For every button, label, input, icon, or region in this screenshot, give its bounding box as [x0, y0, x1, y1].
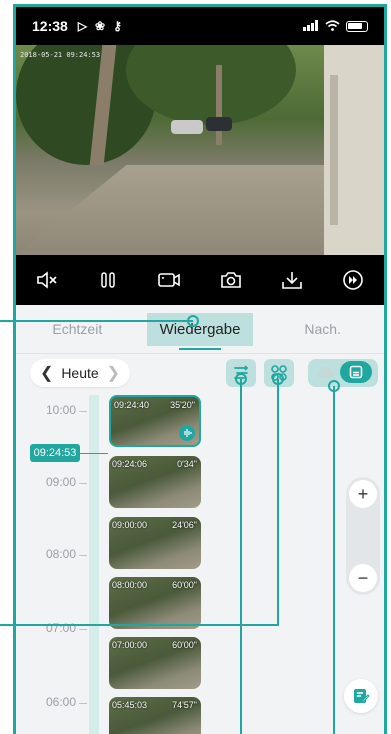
hour-tick: [79, 483, 87, 484]
clip-duration: 74'57": [172, 700, 197, 710]
video-scene-trunk: [216, 65, 222, 145]
clip-duration: 24'06": [172, 520, 197, 530]
status-time: 12:38: [32, 18, 68, 34]
zoom-out-button[interactable]: −: [349, 564, 377, 592]
sd-card-icon: [349, 365, 363, 379]
audio-wave-icon: [179, 425, 195, 441]
date-label: Heute: [61, 365, 99, 381]
current-time-marker[interactable]: 09:24:53: [30, 444, 80, 462]
note-icon: [354, 689, 370, 703]
speed-button[interactable]: [337, 264, 369, 296]
recording-clip[interactable]: 09:24:06 0'34": [109, 456, 201, 508]
clip-duration: 0'34": [177, 459, 197, 469]
snapshot-icon: [220, 272, 241, 288]
snapshot-button[interactable]: [215, 264, 247, 296]
annotation-marker: [187, 315, 199, 327]
app-notification-icon: ❀: [95, 19, 106, 33]
prev-day-button[interactable]: ❮: [40, 363, 53, 383]
record-button[interactable]: [153, 264, 185, 296]
clip-duration: 60'00": [172, 640, 197, 650]
recording-clip[interactable]: 09:24:40 35'20": [109, 395, 201, 447]
recording-clip[interactable]: 09:00:00 24'06": [109, 517, 201, 569]
recording-clip[interactable]: 08:00:00 60'00": [109, 577, 201, 629]
clip-start-time: 05:45:03: [112, 700, 148, 710]
current-time-line: [80, 453, 108, 454]
hour-tick: [79, 629, 87, 630]
video-timestamp: 2018-05-21 09:24:53: [20, 51, 101, 59]
video-scene-car: [171, 120, 203, 134]
cloud-icon[interactable]: [316, 365, 334, 379]
hour-label: 08:00: [46, 547, 77, 561]
zoom-in-button[interactable]: +: [349, 480, 377, 508]
zoom-control: + −: [346, 477, 380, 595]
annotation-line: [333, 386, 335, 734]
battery-icon: [346, 20, 368, 32]
sd-card-button[interactable]: [340, 361, 372, 383]
video-controls: [16, 255, 384, 305]
wifi-icon: [325, 18, 340, 34]
hour-tick: [79, 411, 87, 412]
tab-nach[interactable]: Nach.: [261, 321, 384, 337]
clip-duration: 60'00": [172, 580, 197, 590]
date-selector: ❮ Heute ❯: [30, 359, 130, 387]
annotation-marker: [328, 380, 340, 392]
timeline-axis[interactable]: [89, 395, 99, 734]
hour-tick: [79, 555, 87, 556]
status-icons: ▷ ❀ ⚷: [78, 19, 122, 33]
hour-label: 09:00: [46, 475, 77, 489]
tab-underline: [178, 347, 222, 350]
annotation-line: [0, 320, 193, 322]
next-day-button[interactable]: ❯: [107, 363, 120, 383]
hour-label: 10:00: [46, 403, 77, 417]
clip-start-time: 09:24:06: [112, 459, 148, 469]
pause-button[interactable]: [92, 264, 124, 296]
tab-wiedergabe[interactable]: Wiedergabe: [139, 312, 262, 350]
clip-start-time: 08:00:00: [112, 580, 148, 590]
annotation-line: [240, 379, 242, 734]
speed-icon: [343, 270, 364, 290]
mute-icon: [36, 271, 57, 289]
note-button[interactable]: [344, 679, 378, 713]
status-right: [303, 18, 368, 34]
tab-bar: Echtzeit Wiedergabe Nach.: [16, 305, 384, 353]
tab-echtzeit[interactable]: Echtzeit: [16, 321, 139, 337]
status-bar: 12:38 ▷ ❀ ⚷: [16, 7, 384, 45]
signal-icon: [303, 18, 319, 34]
annotation-marker: [272, 373, 284, 385]
tab-divider: [16, 353, 384, 354]
record-icon: [158, 273, 181, 287]
annotation-marker: [235, 373, 247, 385]
clip-start-time: 09:00:00: [112, 520, 148, 530]
video-player[interactable]: 2018-05-21 09:24:53: [16, 45, 384, 255]
recording-clip[interactable]: 07:00:00 60'00": [109, 637, 201, 689]
clip-start-time: 07:00:00: [112, 640, 148, 650]
zoom-in-icon: +: [357, 483, 369, 504]
download-button[interactable]: [276, 264, 308, 296]
tab-wiedergabe-label: Wiedergabe: [159, 320, 241, 338]
recording-clip[interactable]: 05:45:03 74'57": [109, 697, 201, 734]
pause-icon: [101, 272, 115, 288]
key-notification-icon: ⚷: [113, 19, 122, 33]
hour-label: 06:00: [46, 695, 77, 709]
play-notification-icon: ▷: [77, 19, 88, 33]
annotation-line: [0, 624, 279, 626]
storage-toggle: [308, 359, 378, 387]
hour-tick: [79, 703, 87, 704]
download-icon: [282, 272, 302, 289]
video-scene-car: [206, 117, 232, 131]
zoom-out-icon: −: [357, 567, 369, 588]
mute-button[interactable]: [31, 264, 63, 296]
clip-duration: 35'20": [170, 400, 195, 410]
video-scene-house: [324, 45, 384, 255]
clip-start-time: 09:24:40: [114, 400, 150, 410]
annotation-line: [277, 379, 279, 625]
